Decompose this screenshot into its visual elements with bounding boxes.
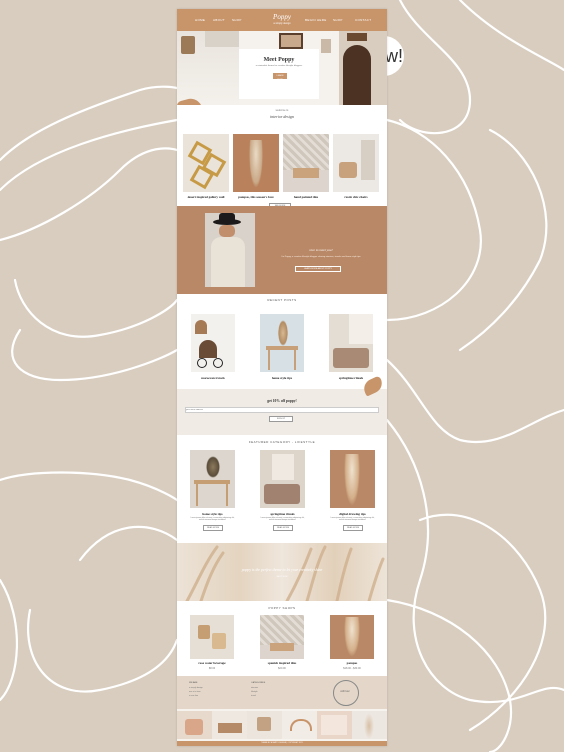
insta-photo-1[interactable] xyxy=(177,711,212,739)
footer-signature: with love xyxy=(340,690,350,693)
footer-col2-line1[interactable]: interiors xyxy=(251,687,258,689)
insta-photo-6[interactable] xyxy=(352,711,387,739)
shop-photo-2[interactable] xyxy=(260,615,304,659)
copyright-bar: THEME BY A SIMPLY DESIGN | COPYRIGHT 202… xyxy=(177,741,387,746)
shop-photo-3[interactable] xyxy=(330,615,374,659)
recent-caption-2[interactable]: home style tips xyxy=(260,376,304,380)
featured-photo-3[interactable] xyxy=(330,450,375,508)
recent-photo-3[interactable] xyxy=(329,314,373,372)
hero-section: Meet Poppy a minimalist theme for creati… xyxy=(177,31,387,114)
shop-photo-1[interactable] xyxy=(190,615,234,659)
insta-photo-2[interactable] xyxy=(212,711,247,739)
instagram-strip xyxy=(177,709,387,741)
featured-read-more-1[interactable]: READ MORE xyxy=(203,525,223,531)
insta-photo-3[interactable] xyxy=(247,711,282,739)
featured-caption-2[interactable]: springtime rituals xyxy=(260,512,305,516)
pampas-graphic xyxy=(185,545,385,601)
shop-name-2[interactable]: spanish inspired tiles xyxy=(260,661,304,665)
interior-photo-4[interactable] xyxy=(333,134,379,192)
shop-name-3[interactable]: pampas xyxy=(330,661,374,665)
hero-photo-right xyxy=(339,31,387,105)
optin-email-input[interactable] xyxy=(185,407,379,413)
featured-photo-2[interactable] xyxy=(260,450,305,508)
quote-link[interactable]: SHOP NOW xyxy=(177,576,387,578)
about-section: nice to meet you! I'm Poppy, a creative … xyxy=(177,206,387,294)
interior-photo-3[interactable] xyxy=(283,134,329,192)
website-preview: HOME ABOUT SHOP Poppy a simply design BE… xyxy=(177,9,387,746)
footer-col1-line3: in one line xyxy=(189,695,199,697)
featured-read-more-2[interactable]: READ MORE xyxy=(273,525,293,531)
about-heading: nice to meet you! xyxy=(309,248,333,252)
shop-section: POPPY SHOPS rose water beverage spanish … xyxy=(177,601,387,676)
shop-price-3: $18.00 - $30.00 xyxy=(343,667,361,670)
optin-title: get 10% off poppy! xyxy=(267,399,297,403)
featured-excerpt-2: Lorem ipsum dolor sit amet, consectetur … xyxy=(260,517,305,521)
footer-col1-line1: a simply design xyxy=(189,687,203,689)
optin-signup-button[interactable]: SIGN UP xyxy=(269,416,293,422)
featured-read-more-3[interactable]: READ MORE xyxy=(343,525,363,531)
featured-caption-1[interactable]: home style tips xyxy=(190,512,235,516)
site-tagline: a simply design xyxy=(273,22,291,25)
about-button[interactable]: LEARN MORE ABOUT POPPY xyxy=(295,266,341,272)
featured-section: FEATURED CATEGORY - LIFESTYLE home style… xyxy=(177,435,387,543)
optin-section: get 10% off poppy! SIGN UP xyxy=(177,375,387,435)
footer-signature-circle xyxy=(333,680,359,706)
interior-photo-1[interactable] xyxy=(183,134,229,192)
interior-section: welcome to interior design desert inspir… xyxy=(177,105,387,209)
interior-caption-4[interactable]: rustic chic chairs xyxy=(333,195,379,199)
quote-banner: poppy is the perfect theme to let your c… xyxy=(177,543,387,601)
hero-button[interactable]: LEARN MORE xyxy=(273,73,287,81)
interior-title: interior design xyxy=(270,114,294,119)
nav-contact[interactable]: CONTACT xyxy=(355,18,371,22)
footer-col2-line2[interactable]: lifestyle xyxy=(251,691,258,693)
interior-label: welcome to xyxy=(275,109,289,112)
recent-caption-1[interactable]: moroccan travels xyxy=(191,376,235,380)
copyright-text: THEME BY A SIMPLY DESIGN | COPYRIGHT 202… xyxy=(261,742,303,744)
featured-excerpt-1: Lorem ipsum dolor sit amet, consectetur … xyxy=(190,517,235,521)
shop-price-1: $8.00 xyxy=(208,667,216,670)
footer-col2-line3[interactable]: travel xyxy=(251,695,256,697)
recent-photo-1[interactable] xyxy=(191,314,235,372)
interior-caption-1[interactable]: desert inspired gallery wall xyxy=(183,195,229,199)
recent-posts-section: RECENT POSTS moroccan travels home style… xyxy=(177,294,387,389)
featured-caption-3[interactable]: digital drawing tips xyxy=(330,512,375,516)
recent-photo-2[interactable] xyxy=(260,314,304,372)
interior-caption-3[interactable]: hand painted tiles xyxy=(283,195,329,199)
shop-title: POPPY SHOPS xyxy=(268,606,296,610)
recent-caption-3[interactable]: springtime rituals xyxy=(329,376,373,380)
recent-posts-title: RECENT POSTS xyxy=(267,298,297,302)
interior-photo-2[interactable] xyxy=(233,134,279,192)
shop-name-1[interactable]: rose water beverage xyxy=(190,661,234,665)
insta-photo-4[interactable] xyxy=(282,711,317,739)
nav-shop-right[interactable]: SHOP xyxy=(333,18,343,22)
about-text: I'm Poppy, a creative lifestyle blogger … xyxy=(281,256,361,258)
nav-bar: HOME ABOUT SHOP Poppy a simply design BE… xyxy=(177,9,387,31)
quote-text: poppy is the perfect theme to let your c… xyxy=(241,568,323,572)
shop-price-2: $20.00 xyxy=(278,667,286,670)
about-photo xyxy=(205,213,255,287)
nav-begin-here[interactable]: BEGIN HERE xyxy=(305,18,327,22)
hero-photo-left xyxy=(177,31,239,105)
interior-caption-2[interactable]: pampas, this season's fave xyxy=(233,195,279,199)
footer-col2-title: CATEGORIES xyxy=(251,682,266,684)
footer-col1-line2: one at a time xyxy=(189,691,201,693)
hero-title: Meet Poppy xyxy=(263,57,295,63)
footer: WE ARE a simply design one at a time in … xyxy=(177,676,387,709)
hero-text: a minimalist theme for creative lifestyl… xyxy=(255,65,303,67)
footer-col1-title: WE ARE xyxy=(189,682,198,684)
featured-photo-1[interactable] xyxy=(190,450,235,508)
featured-title: FEATURED CATEGORY - LIFESTYLE xyxy=(248,440,316,444)
featured-excerpt-3: Lorem ipsum dolor sit amet, consectetur … xyxy=(330,517,375,521)
insta-photo-5[interactable] xyxy=(317,711,352,739)
